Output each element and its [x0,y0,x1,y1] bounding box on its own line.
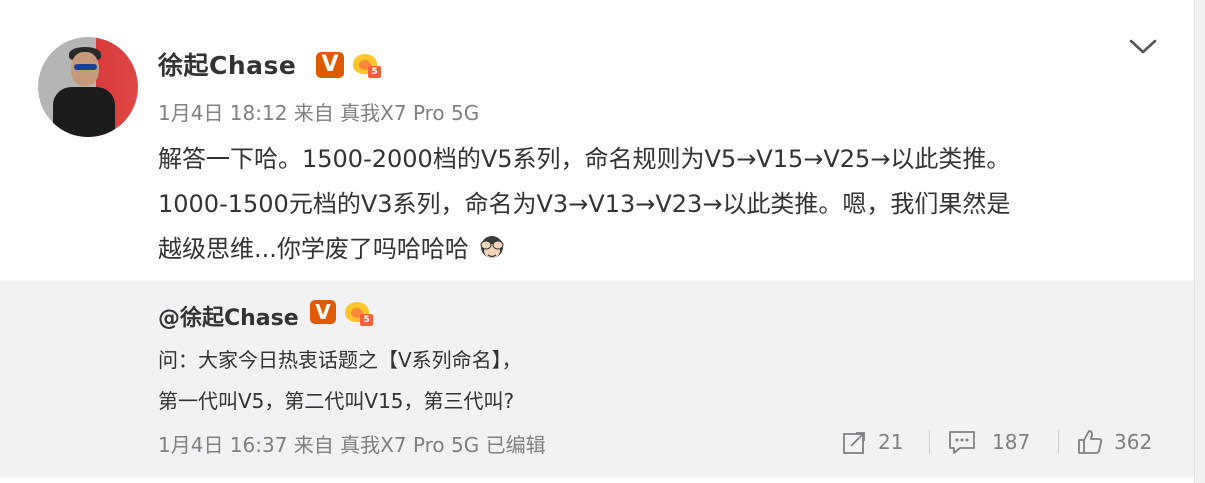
post-meta: 1月4日 18:12 来自 真我X7 Pro 5G [158,101,480,125]
repost-action-button[interactable]: 21 [842,425,903,459]
avatar-body [53,87,115,137]
repost-author[interactable]: @徐起Chase [158,300,299,332]
share-icon [843,432,865,454]
comment-action-button[interactable]: 187 [948,425,1030,459]
member-level: 5 [368,66,381,78]
chevron-down-icon[interactable] [1128,32,1158,60]
post-text-line: 1000-1500元档的V3系列，命名为V3→V13→V23→以此类推。嗯，我们… [158,190,1011,218]
thumbs-up-icon [1078,430,1103,454]
action-divider [929,430,930,454]
avatar[interactable] [38,37,138,137]
action-divider [1058,430,1059,454]
post-text: 解答一下哈。1500-2000档的V5系列，命名规则为V5→V15→V25→以此… [158,137,1158,272]
scrollbar[interactable] [1194,0,1205,483]
repost-meta: 1月4日 16:37 来自 真我X7 Pro 5G 已编辑 [158,433,546,457]
comment-icon [949,431,975,454]
post-text-line: 越级思维...你学废了吗哈哈哈 [158,235,469,263]
verified-badge[interactable]: V [310,300,336,324]
post-text-line: 解答一下哈。1500-2000档的V5系列，命名规则为V5→V15→V25→以此… [158,145,1011,173]
repost-count: 21 [878,430,904,454]
member-level: 5 [360,314,373,326]
member-crown-icon[interactable]: 5 [343,296,373,326]
verified-badge[interactable]: V [316,52,344,78]
comment-count: 187 [992,430,1031,454]
like-action-button[interactable]: 362 [1076,425,1152,459]
weibo-post-card: 徐起Chase V 5 1月4日 18:12 来自 真我X7 Pro 5G 解答… [0,0,1195,483]
author-name[interactable]: 徐起Chase [158,46,296,82]
post-text-line-last: 越级思维...你学废了吗哈哈哈 [158,227,1158,272]
repost-text-line: 第一代叫V5，第二代叫V15，第三代叫? [158,389,515,413]
like-count: 362 [1114,430,1153,454]
repost-text-line: 问：大家今日热衷话题之【V系列命名】， [158,348,522,372]
member-crown-icon[interactable]: 5 [351,48,381,78]
see-no-evil-emoji-icon [480,236,504,258]
avatar-glasses [74,64,97,70]
